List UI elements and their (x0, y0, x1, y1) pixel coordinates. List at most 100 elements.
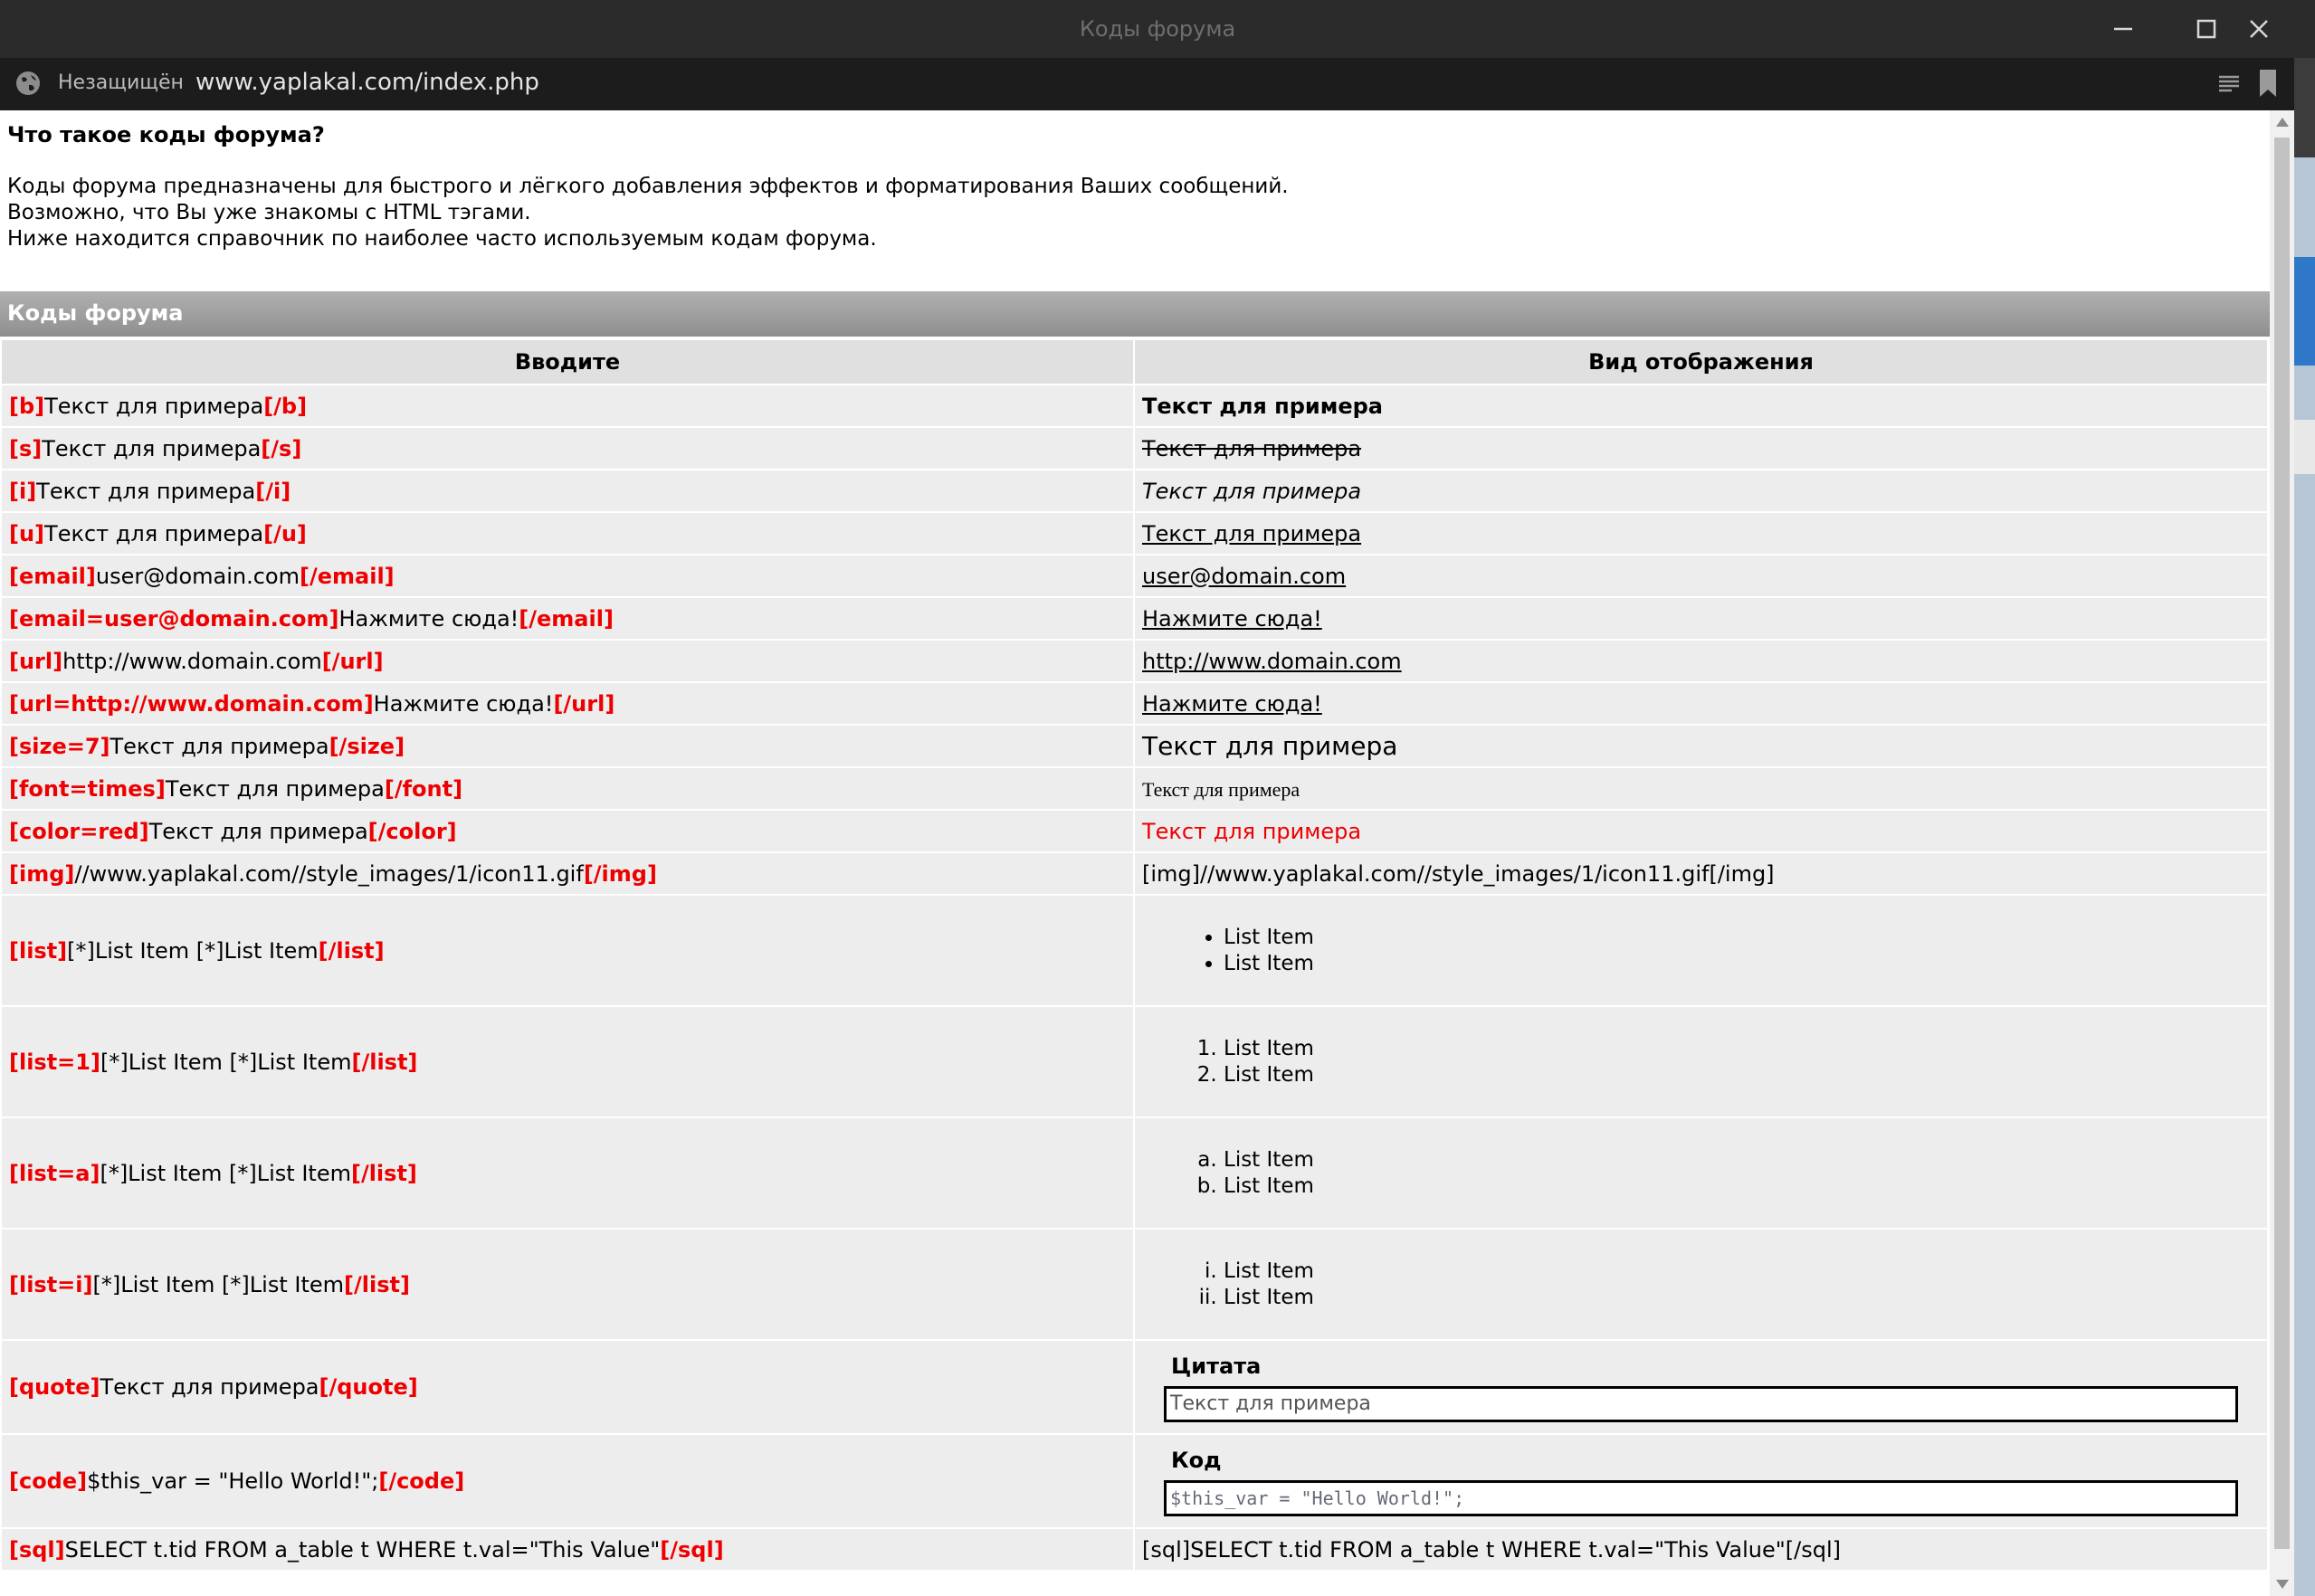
window-titlebar: Коды форума (0, 0, 2315, 58)
code-input: [email]user@domain.com[/email] (2, 556, 1133, 596)
table-row: [font=times]Текст для примера[/font] Тек… (2, 768, 2267, 809)
intro-heading: Что такое коды форума? (7, 122, 325, 147)
code-input: [url=http://www.domain.com]Нажмите сюда!… (2, 683, 1133, 724)
table-row: [email=user@domain.com]Нажмите сюда![/em… (2, 598, 2267, 639)
table-row: [list=a][*]List Item [*]List Item[/list]… (2, 1118, 2267, 1228)
column-header-input: Вводите (2, 340, 1133, 384)
code-result: List Item List Item (1135, 1230, 2267, 1339)
code-box: $this_var = "Hello World!"; (1164, 1480, 2238, 1516)
scrollbar-thumb[interactable] (2274, 138, 2290, 1549)
table-row: [s]Текст для примера[/s] Текст для приме… (2, 428, 2267, 469)
list-item: List Item (1224, 951, 2260, 977)
code-input: [s]Текст для примера[/s] (2, 428, 1133, 469)
code-result: [sql]SELECT t.tid FROM a_table t WHERE t… (1135, 1529, 2267, 1570)
roman-list: List Item List Item (1142, 1259, 2260, 1311)
scroll-up-icon[interactable] (2276, 118, 2289, 127)
table-row: [url]http://www.domain.com[/url] http://… (2, 641, 2267, 681)
list-item: List Item (1224, 1259, 2260, 1285)
code-result: Нажмите сюда! (1135, 598, 2267, 639)
code-result: List Item List Item (1135, 1118, 2267, 1228)
code-input: [color=red]Текст для примера[/color] (2, 811, 1133, 851)
background-window-strip (2294, 58, 2315, 1596)
scroll-down-icon[interactable] (2276, 1580, 2289, 1589)
minimize-icon (2114, 27, 2132, 31)
code-result: Текст для примера (1135, 768, 2267, 809)
maximize-icon (2196, 19, 2216, 39)
code-result: [img]//www.yaplakal.com//style_images/1/… (1135, 853, 2267, 894)
code-input: [list][*]List Item [*]List Item[/list] (2, 896, 1133, 1005)
bullet-list: List Item List Item (1142, 925, 2260, 977)
code-input: [url]http://www.domain.com[/url] (2, 641, 1133, 681)
table-row: [url=http://www.domain.com]Нажмите сюда!… (2, 683, 2267, 724)
section-header: Коды форума (0, 291, 2270, 337)
table-row: [sql]SELECT t.tid FROM a_table t WHERE t… (2, 1529, 2267, 1570)
code-input: [list=1][*]List Item [*]List Item[/list] (2, 1007, 1133, 1116)
code-result: Нажмите сюда! (1135, 683, 2267, 724)
intro-line: Ниже находится справочник по наиболее ча… (7, 227, 877, 251)
table-row: [b]Текст для примера[/b] Текст для приме… (2, 385, 2267, 426)
url-link[interactable]: http://www.domain.com (1142, 649, 1402, 674)
table-row: [i]Текст для примера[/i] Текст для приме… (2, 470, 2267, 511)
table-row: [email]user@domain.com[/email] user@doma… (2, 556, 2267, 596)
list-item: List Item (1224, 1036, 2260, 1062)
code-result: List Item List Item (1135, 896, 2267, 1005)
close-icon (2250, 20, 2268, 38)
code-input: [list=i][*]List Item [*]List Item[/list] (2, 1230, 1133, 1339)
column-header-output: Вид отображения (1135, 340, 2267, 384)
bookmark-icon[interactable] (2258, 69, 2278, 98)
list-item: List Item (1224, 1147, 2260, 1173)
code-input: [code]$this_var = "Hello World!";[/code] (2, 1435, 1133, 1527)
table-row: [quote]Текст для примера[/quote] Цитата … (2, 1341, 2267, 1433)
code-input: [size=7]Текст для примера[/size] (2, 726, 1133, 766)
url-field[interactable]: www.yaplakal.com/index.php (195, 69, 539, 96)
code-result: Текст для примера (1135, 428, 2267, 469)
numbered-list: List Item List Item (1142, 1036, 2260, 1088)
code-input: [u]Текст для примера[/u] (2, 513, 1133, 554)
code-input: [i]Текст для примера[/i] (2, 470, 1133, 511)
code-result: Текст для примера (1135, 385, 2267, 426)
intro-line: Коды форума предназначены для быстрого и… (7, 175, 1289, 198)
code-input: [img]//www.yaplakal.com//style_images/1/… (2, 853, 1133, 894)
table-row: [code]$this_var = "Hello World!";[/code]… (2, 1435, 2267, 1527)
table-row: [size=7]Текст для примера[/size] Текст д… (2, 726, 2267, 766)
list-item: List Item (1224, 1062, 2260, 1088)
vertical-scrollbar[interactable] (2270, 110, 2294, 1596)
intro-line: Возможно, что Вы уже знакомы с HTML тэга… (7, 201, 531, 224)
code-result: Код $this_var = "Hello World!"; (1135, 1435, 2267, 1527)
code-result: user@domain.com (1135, 556, 2267, 596)
code-input: [quote]Текст для примера[/quote] (2, 1341, 1133, 1433)
email-link[interactable]: Нажмите сюда! (1142, 606, 1322, 632)
code-input: [list=a][*]List Item [*]List Item[/list] (2, 1118, 1133, 1228)
code-input: [email=user@domain.com]Нажмите сюда![/em… (2, 598, 1133, 639)
codes-table: Вводите Вид отображения [b]Текст для при… (0, 338, 2269, 1572)
code-result: Текст для примера (1135, 470, 2267, 511)
globe-icon[interactable] (14, 70, 42, 97)
email-link[interactable]: user@domain.com (1142, 564, 1346, 589)
table-row: [color=red]Текст для примера[/color] Тек… (2, 811, 2267, 851)
quote-title: Цитата (1171, 1354, 1262, 1379)
code-result: Текст для примера (1135, 513, 2267, 554)
close-button[interactable] (2217, 0, 2301, 58)
code-input: [sql]SELECT t.tid FROM a_table t WHERE t… (2, 1529, 1133, 1570)
code-result: http://www.domain.com (1135, 641, 2267, 681)
address-bar: Незащищён www.yaplakal.com/index.php (0, 58, 2294, 110)
security-label[interactable]: Незащищён (58, 71, 184, 94)
code-title: Код (1171, 1448, 1222, 1473)
intro: Что такое коды форума? Коды форума предн… (7, 121, 2252, 252)
reader-view-icon[interactable] (2217, 72, 2241, 94)
table-row: [list=1][*]List Item [*]List Item[/list]… (2, 1007, 2267, 1116)
code-result: Цитата Текст для примера (1135, 1341, 2267, 1433)
code-input: [b]Текст для примера[/b] (2, 385, 1133, 426)
minimize-button[interactable] (2082, 0, 2165, 58)
table-row: [u]Текст для примера[/u] Текст для приме… (2, 513, 2267, 554)
table-row: [list=i][*]List Item [*]List Item[/list]… (2, 1230, 2267, 1339)
code-result: Текст для примера (1135, 726, 2267, 766)
list-item: List Item (1224, 1285, 2260, 1311)
alpha-list: List Item List Item (1142, 1147, 2260, 1200)
list-item: List Item (1224, 925, 2260, 951)
table-row: [img]//www.yaplakal.com//style_images/1/… (2, 853, 2267, 894)
url-link[interactable]: Нажмите сюда! (1142, 691, 1322, 717)
quote-box: Текст для примера (1164, 1386, 2238, 1422)
page-content: Что такое коды форума? Коды форума предн… (0, 110, 2270, 1596)
table-row: [list][*]List Item [*]List Item[/list] L… (2, 896, 2267, 1005)
